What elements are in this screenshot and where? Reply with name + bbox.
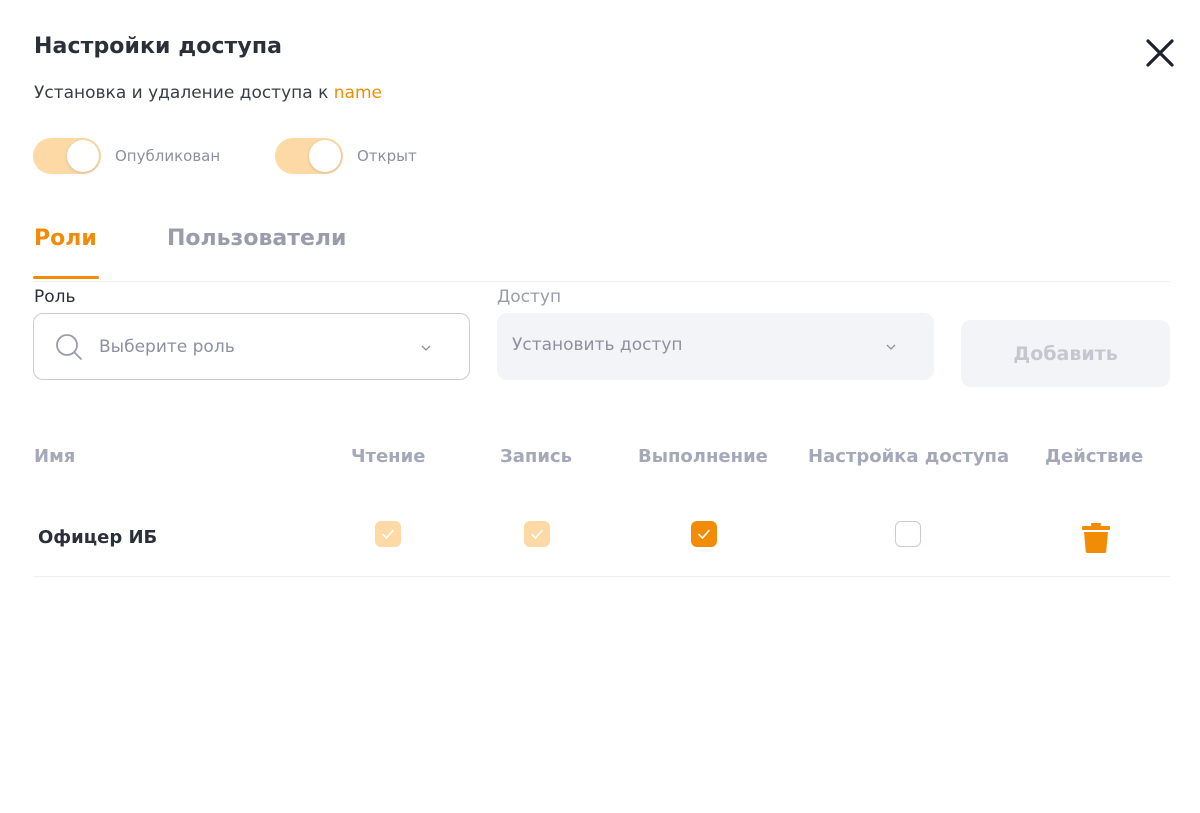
toggle-knob xyxy=(309,140,341,172)
published-label: Опубликован xyxy=(115,147,221,165)
column-header-read: Чтение xyxy=(351,446,426,467)
tab-bar: Роли Пользователи xyxy=(33,222,1170,282)
execute-checkbox[interactable] xyxy=(691,521,717,547)
access-select[interactable]: Установить доступ xyxy=(497,313,934,380)
open-toggle[interactable] xyxy=(275,138,343,174)
check-icon xyxy=(531,529,543,539)
chevron-down-icon xyxy=(886,344,896,350)
tab-roles[interactable]: Роли xyxy=(34,226,97,251)
dialog-title: Настройки доступа xyxy=(34,34,283,59)
access-select-placeholder: Установить доступ xyxy=(512,334,683,355)
toggle-knob xyxy=(67,140,99,172)
column-header-name: Имя xyxy=(34,446,76,467)
search-icon xyxy=(56,333,82,360)
add-button[interactable]: Добавить xyxy=(961,320,1170,387)
check-icon xyxy=(382,529,394,539)
role-select[interactable]: Выберите роль xyxy=(33,313,470,380)
column-header-access-settings: Настройка доступа xyxy=(808,446,1010,467)
role-name: Офицер ИБ xyxy=(38,527,158,548)
role-select-placeholder: Выберите роль xyxy=(99,336,235,357)
entity-name: name xyxy=(333,83,382,103)
subtitle-text: Установка и удаление доступа к xyxy=(34,83,334,103)
published-toggle-group: Опубликован xyxy=(33,138,220,174)
active-tab-indicator xyxy=(33,276,99,279)
open-label: Открыт xyxy=(357,147,417,165)
column-header-write: Запись xyxy=(500,446,573,467)
published-toggle[interactable] xyxy=(33,138,101,174)
open-toggle-group: Открыт xyxy=(275,138,417,174)
column-header-action: Действие xyxy=(1045,446,1144,467)
role-field-label: Роль xyxy=(34,287,76,307)
column-header-execute: Выполнение xyxy=(638,446,768,467)
check-icon xyxy=(698,529,710,539)
trash-icon[interactable] xyxy=(1082,523,1110,553)
dialog-subtitle: Установка и удаление доступа к name xyxy=(34,83,382,103)
access-field-label: Доступ xyxy=(497,287,562,307)
access-settings-checkbox[interactable] xyxy=(895,521,921,547)
chevron-down-icon xyxy=(421,345,431,351)
read-checkbox[interactable] xyxy=(375,521,401,547)
table-row: Офицер ИБ xyxy=(33,497,1170,577)
tab-users[interactable]: Пользователи xyxy=(167,226,346,251)
write-checkbox[interactable] xyxy=(524,521,550,547)
close-icon[interactable] xyxy=(1140,33,1180,73)
